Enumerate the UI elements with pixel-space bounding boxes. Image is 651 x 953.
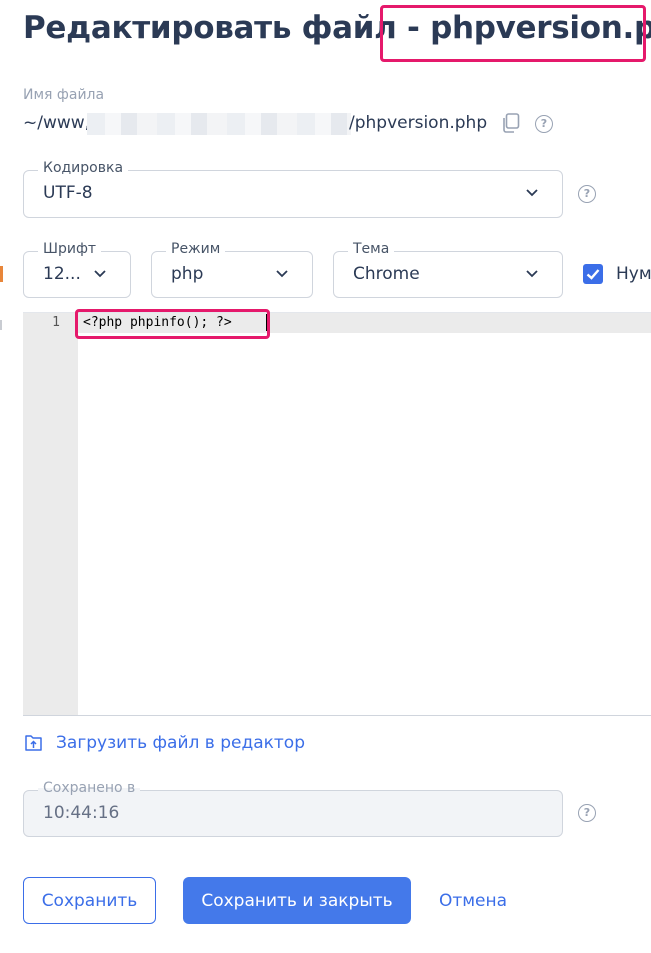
theme-legend: Тема bbox=[348, 241, 395, 257]
code-editor[interactable]: 1 <?php phpinfo(); ?> bbox=[23, 309, 651, 716]
upload-icon[interactable] bbox=[23, 732, 44, 753]
sidebar-edge bbox=[0, 320, 2, 330]
cancel-button[interactable]: Отмена bbox=[428, 877, 518, 924]
mode-legend: Режим bbox=[166, 241, 226, 257]
encoding-value: UTF-8 bbox=[43, 183, 93, 203]
font-legend: Шрифт bbox=[38, 241, 102, 257]
mode-select[interactable]: Режим php bbox=[151, 241, 313, 298]
saved-at-legend: Сохранено в bbox=[38, 780, 141, 796]
file-name-label: Имя файла bbox=[23, 87, 105, 103]
encoding-legend: Кодировка bbox=[38, 160, 129, 176]
encoding-select[interactable]: Кодировка UTF-8 bbox=[23, 160, 563, 218]
encoding-help-icon[interactable]: ? bbox=[578, 185, 596, 203]
chevron-down-icon bbox=[526, 189, 538, 197]
chevron-down-icon bbox=[276, 270, 288, 278]
save-and-close-button[interactable]: Сохранить и закрыть bbox=[183, 877, 411, 924]
chevron-down-icon bbox=[526, 270, 538, 278]
saved-at-field: Сохранено в 10:44:16 bbox=[23, 780, 563, 837]
saved-at-help-icon[interactable]: ? bbox=[578, 804, 596, 822]
file-path-redacted bbox=[87, 113, 351, 135]
chevron-down-icon bbox=[94, 270, 106, 278]
file-path-prefix: ~/www, bbox=[23, 113, 91, 133]
theme-value: Chrome bbox=[353, 264, 420, 284]
theme-select[interactable]: Тема Chrome bbox=[333, 241, 563, 298]
checkmark-icon bbox=[586, 269, 600, 280]
file-path-suffix: /phpversion.php bbox=[349, 113, 488, 133]
page-title-prefix: Редактировать файл - bbox=[23, 10, 431, 46]
sidebar-edge bbox=[0, 266, 3, 282]
save-button[interactable]: Сохранить bbox=[23, 877, 156, 924]
mode-value: php bbox=[171, 264, 204, 284]
upload-file-link[interactable]: Загрузить файл в редактор bbox=[56, 733, 305, 753]
line-number: 1 bbox=[52, 315, 60, 330]
editor-gutter bbox=[23, 313, 78, 715]
line-numbers-label[interactable]: Нум bbox=[616, 264, 651, 284]
code-highlight bbox=[75, 309, 270, 339]
edit-file-dialog: Редактировать файл - phpversion.php Имя … bbox=[0, 0, 651, 953]
font-value: 12... bbox=[43, 264, 81, 284]
font-select[interactable]: Шрифт 12... bbox=[23, 241, 131, 298]
copy-icon[interactable] bbox=[502, 113, 520, 133]
title-filename-highlight bbox=[380, 5, 646, 62]
saved-at-value: 10:44:16 bbox=[43, 803, 120, 823]
line-numbers-checkbox[interactable] bbox=[583, 264, 603, 284]
file-name-help-icon[interactable]: ? bbox=[535, 115, 553, 133]
file-path: ~/www, /phpversion.php bbox=[23, 113, 623, 135]
